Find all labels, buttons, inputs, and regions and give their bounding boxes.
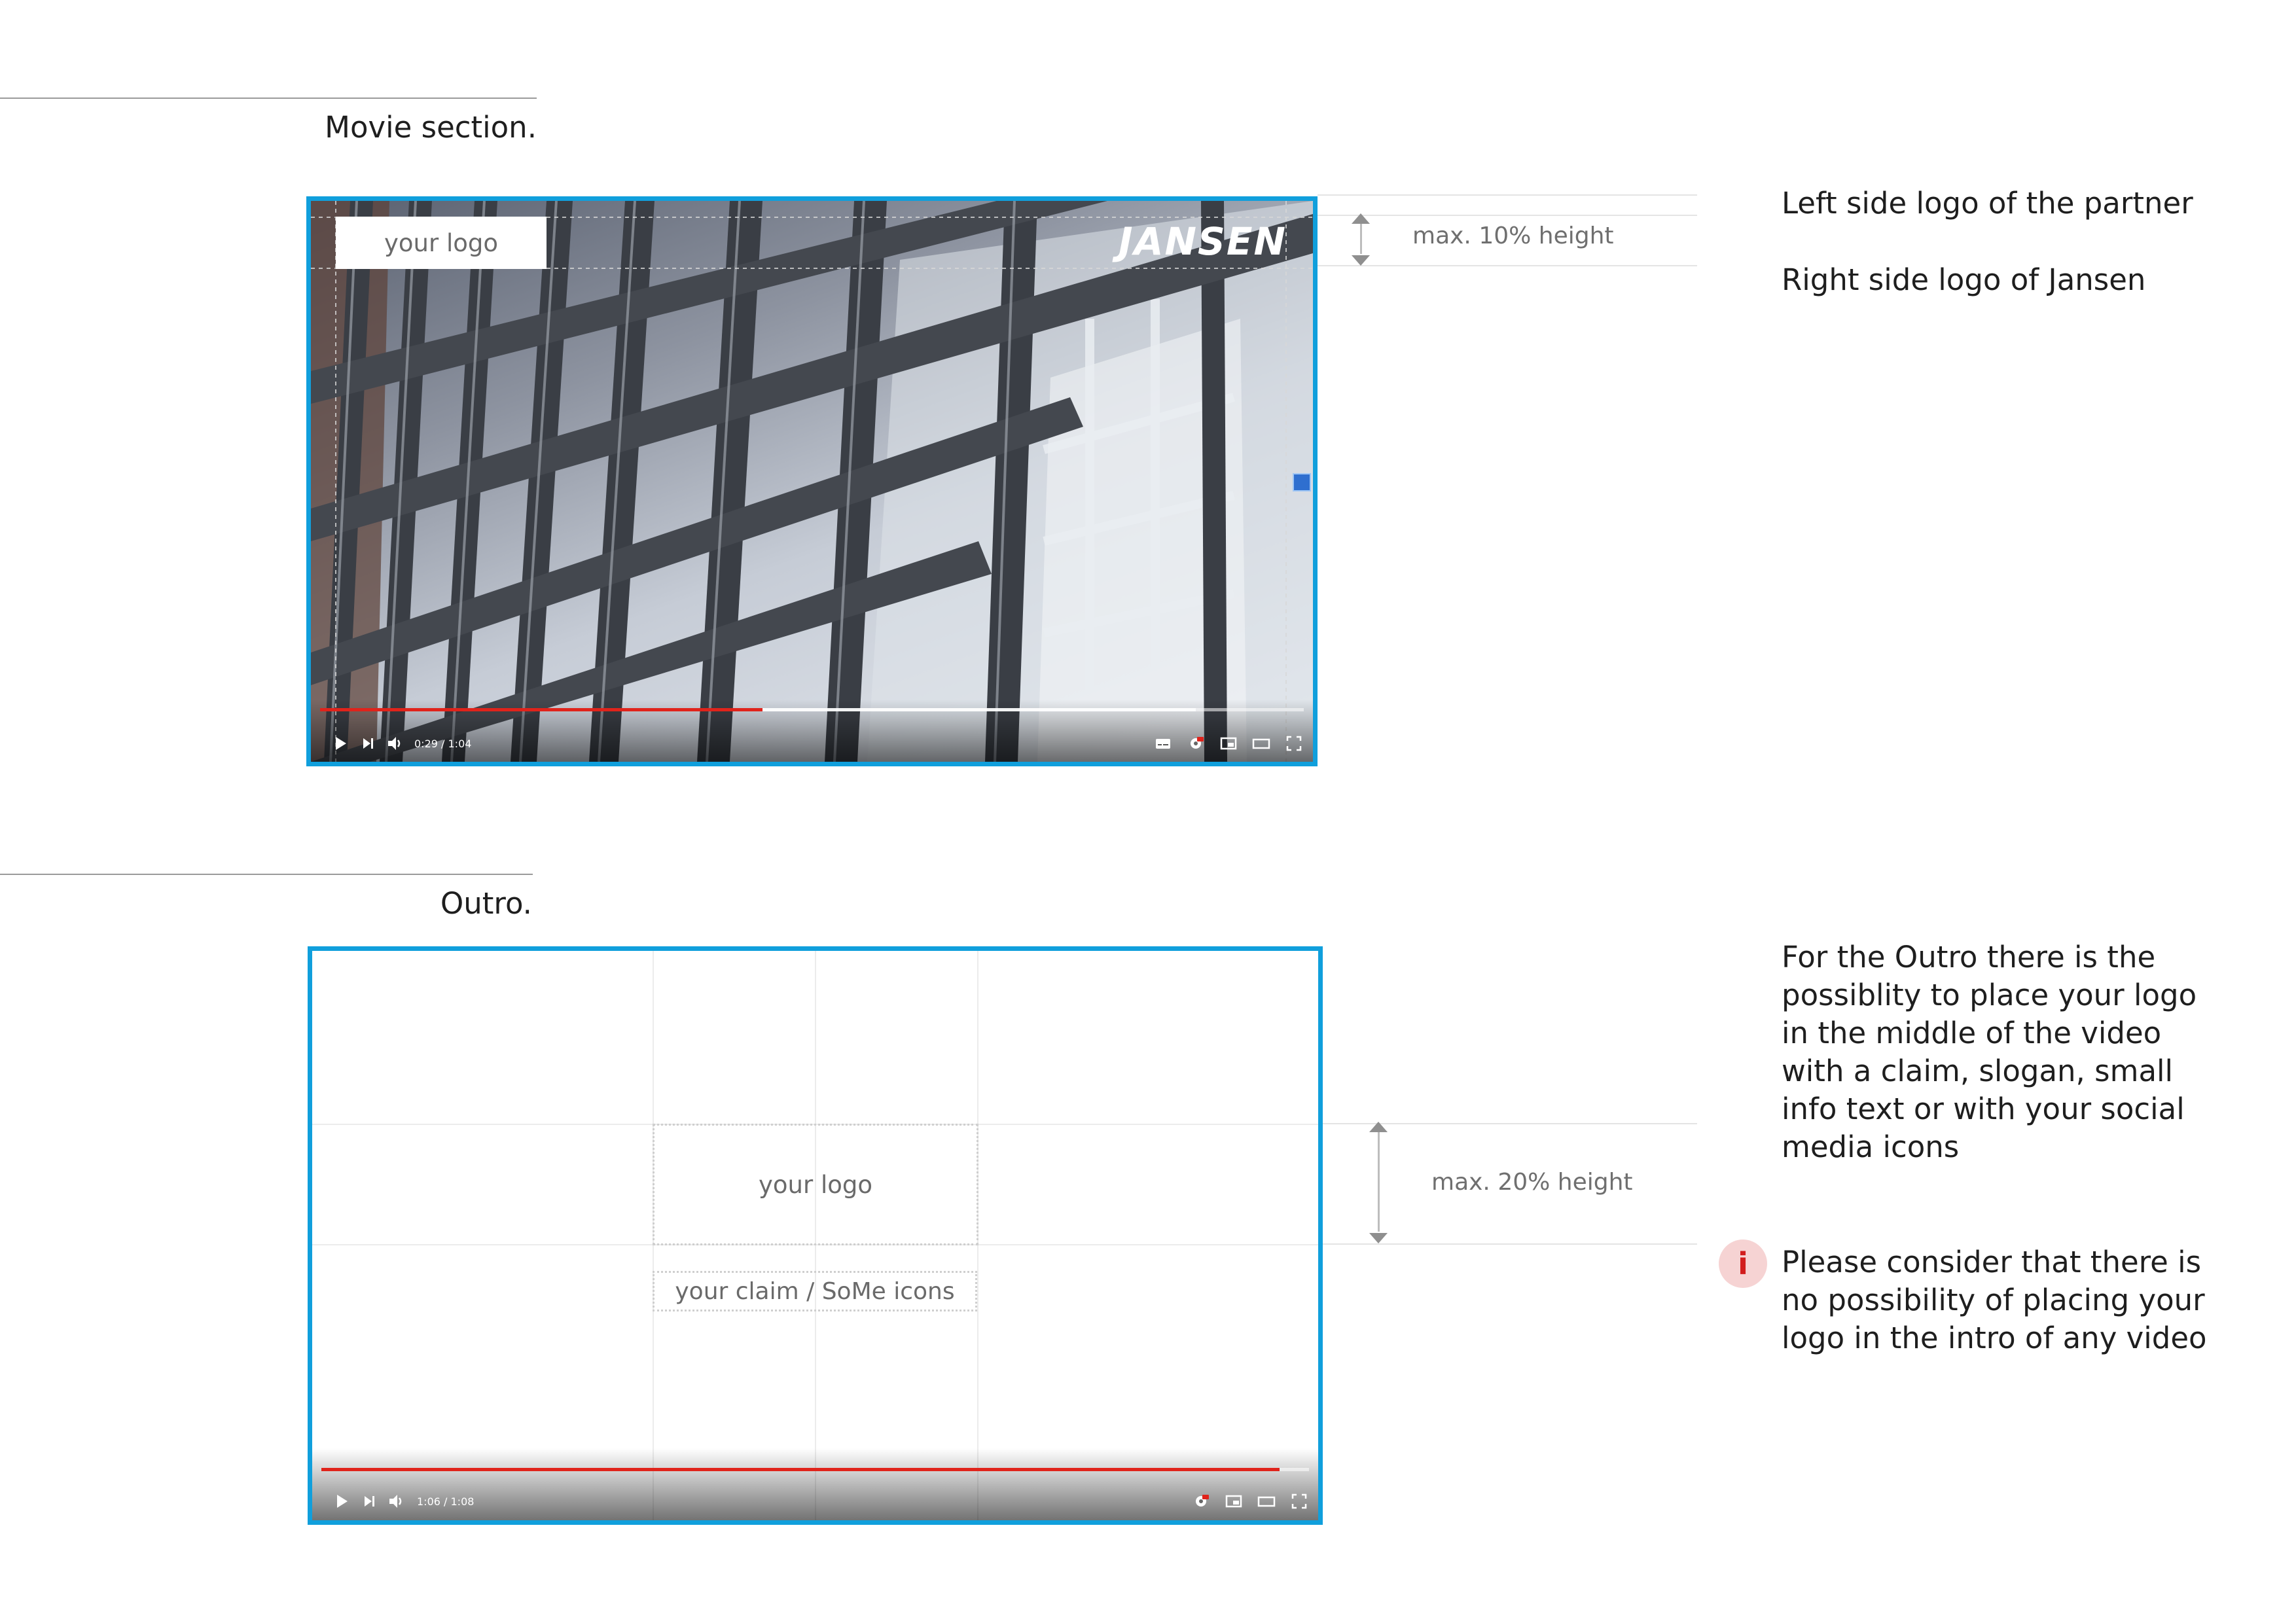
- claim-placeholder: your claim / SoMe icons: [653, 1271, 977, 1311]
- intro-restriction-note: Please consider that there is no possibi…: [1782, 1245, 2207, 1355]
- info-card-icon[interactable]: [1293, 473, 1311, 491]
- progress-bar[interactable]: [320, 708, 1304, 711]
- movie-video-frame[interactable]: your logo JANSEN 0:29 / 1:04: [306, 196, 1318, 766]
- height-guide-upper: [1318, 215, 1697, 216]
- facade-image: [311, 201, 1313, 762]
- movie-section-heading: Movie section.: [325, 110, 537, 145]
- time-display: 0:29 / 1:04: [414, 738, 472, 750]
- player-controls: 1:06 / 1:08: [312, 1448, 1318, 1520]
- info-icon: i: [1719, 1240, 1767, 1288]
- next-icon[interactable]: [358, 734, 378, 753]
- partner-logo-placeholder: your logo: [336, 217, 547, 269]
- settings-icon[interactable]: [1191, 1491, 1211, 1511]
- outro-section-rule: [0, 874, 533, 875]
- movie-section-rule: [0, 98, 537, 99]
- play-icon[interactable]: [331, 734, 350, 753]
- jansen-logo: JANSEN: [1119, 219, 1287, 264]
- dimension-arrow-down-icon: [1369, 1233, 1388, 1243]
- fullscreen-icon[interactable]: [1289, 1491, 1309, 1511]
- note-left-logo: Left side logo of the partner: [1782, 186, 2193, 221]
- progress-bar[interactable]: [321, 1468, 1309, 1471]
- note-right-logo: Right side logo of Jansen: [1782, 262, 2146, 297]
- settings-icon[interactable]: [1186, 734, 1206, 753]
- volume-icon[interactable]: [386, 734, 405, 753]
- dimension-arrow-up-icon: [1352, 213, 1370, 224]
- dimension-line: [1360, 224, 1362, 254]
- outro-dimension-label: max. 20% height: [1431, 1169, 1633, 1196]
- facade-illustration: [311, 201, 1313, 762]
- play-icon[interactable]: [332, 1491, 351, 1511]
- height-guide-lower: [1318, 265, 1697, 266]
- outro-description: For the Outro there is the possiblity to…: [1782, 940, 2197, 1164]
- outro-logo-placeholder: your logo: [653, 1124, 978, 1245]
- played-bar: [320, 708, 763, 711]
- theater-mode-icon[interactable]: [1257, 1491, 1276, 1511]
- fullscreen-icon[interactable]: [1284, 734, 1304, 753]
- height-guide-lower: [1323, 1243, 1697, 1245]
- outro-section-heading: Outro.: [440, 886, 532, 921]
- played-bar: [321, 1468, 1280, 1471]
- dimension-line: [1378, 1132, 1380, 1232]
- dimension-arrow-down-icon: [1352, 255, 1370, 266]
- volume-icon[interactable]: [387, 1491, 406, 1511]
- subtitles-icon[interactable]: [1153, 734, 1173, 753]
- miniplayer-icon[interactable]: [1224, 1491, 1244, 1511]
- miniplayer-icon[interactable]: [1219, 734, 1238, 753]
- height-guide-top: [1318, 194, 1697, 196]
- outro-video-frame[interactable]: your logo your claim / SoMe icons 1:06 /…: [308, 946, 1323, 1525]
- next-icon[interactable]: [359, 1491, 379, 1511]
- time-display: 1:06 / 1:08: [417, 1495, 475, 1508]
- movie-dimension-label: max. 10% height: [1412, 223, 1614, 249]
- dimension-arrow-up-icon: [1369, 1122, 1388, 1132]
- theater-mode-icon[interactable]: [1251, 734, 1271, 753]
- player-controls: 0:29 / 1:04: [311, 700, 1313, 762]
